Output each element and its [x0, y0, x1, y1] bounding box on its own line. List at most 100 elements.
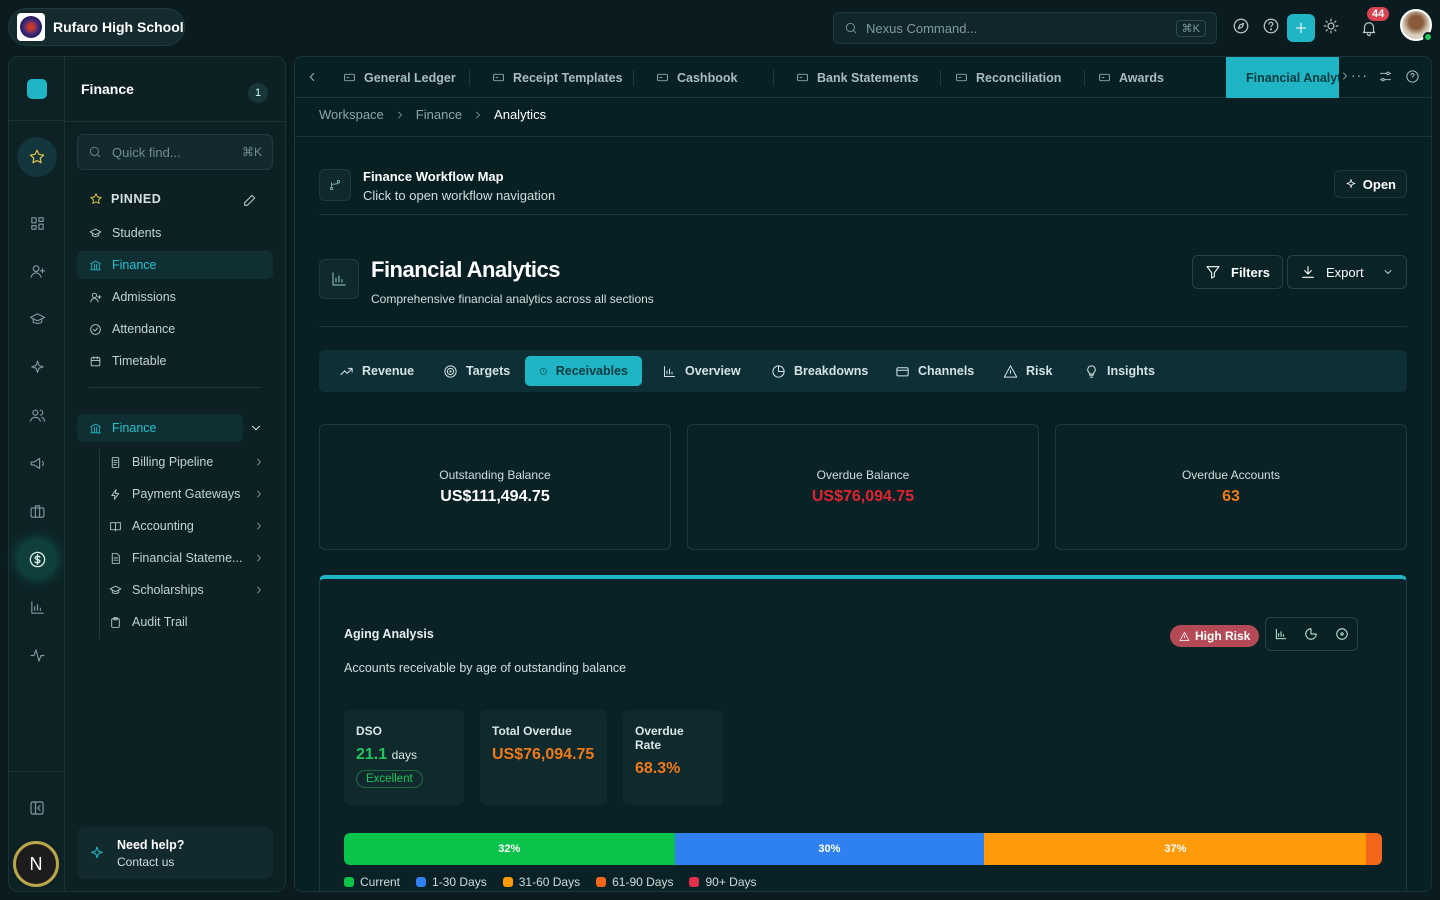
bar-segment-31-60-days[interactable]: 37%	[984, 833, 1367, 865]
account-avatar[interactable]: N	[13, 841, 59, 887]
sparkle-icon[interactable]	[17, 347, 57, 387]
online-status	[1423, 32, 1433, 42]
sub-item-label: Billing Pipeline	[132, 455, 214, 469]
kpi-overdue-accounts: Overdue Accounts 63	[1055, 424, 1407, 550]
users-icon[interactable]	[17, 395, 57, 435]
sub-item-payment-gateways[interactable]: Payment Gateways	[105, 480, 265, 508]
star-icon[interactable]	[17, 137, 57, 177]
command-search[interactable]: Nexus Command... ⌘K	[833, 12, 1217, 44]
pinned-item-admissions[interactable]: Admissions	[77, 283, 273, 311]
tab-bank-statements[interactable]: Bank Statements	[796, 57, 918, 98]
subtab-risk[interactable]: Risk	[989, 356, 1066, 386]
help-icon[interactable]	[1259, 14, 1283, 38]
school-name: Rufaro High School	[53, 19, 184, 35]
sub-item-label: Audit Trail	[132, 615, 188, 629]
legend-item: 31-60 Days	[502, 875, 580, 889]
risk-badge: High Risk	[1170, 625, 1260, 647]
sub-item-scholarships[interactable]: Scholarships	[105, 576, 265, 604]
tab-label: Reconciliation	[976, 70, 1062, 85]
graduation-icon	[109, 585, 122, 594]
dso-unit: days	[391, 748, 417, 762]
pinned-item-finance[interactable]: Finance	[77, 251, 273, 279]
pinned-item-label: Students	[112, 226, 162, 240]
theme-toggle-icon[interactable]	[1319, 14, 1343, 38]
overdue-rate-metric: Overdue Rate 68.3%	[623, 710, 723, 805]
bar-chart-icon[interactable]	[1274, 627, 1288, 641]
dashboard-icon[interactable]	[17, 203, 57, 243]
warning-icon	[1179, 631, 1190, 641]
tab-reconciliation[interactable]: Reconciliation	[955, 57, 1061, 98]
chevron-down-icon[interactable]	[249, 421, 263, 435]
pinned-header: PINNED	[89, 192, 161, 206]
help-card[interactable]: Need help? Contact us	[77, 827, 273, 879]
activity-icon[interactable]	[17, 635, 57, 675]
kpi-label: Outstanding Balance	[439, 468, 551, 482]
more-icon[interactable]: ···	[1351, 67, 1368, 83]
receipt-icon	[111, 456, 120, 468]
subtab-receivables[interactable]: Receivables	[525, 356, 642, 386]
app-logo	[27, 79, 47, 99]
sub-item-audit-trail[interactable]: Audit Trail	[105, 608, 265, 636]
subtab-breakdowns[interactable]: Breakdowns	[757, 356, 882, 386]
megaphone-icon[interactable]	[17, 443, 57, 483]
school-logo	[17, 13, 45, 41]
pie-chart-icon[interactable]	[1304, 627, 1318, 641]
user-add-icon	[90, 292, 102, 302]
collapse-sidebar-icon[interactable]	[17, 788, 57, 828]
export-button[interactable]: Export	[1287, 255, 1407, 289]
subtab-overview[interactable]: Overview	[648, 356, 755, 386]
subtab-revenue[interactable]: Revenue	[325, 356, 428, 386]
subtab-channels[interactable]: Channels	[881, 356, 988, 386]
bar-chart-icon[interactable]	[17, 587, 57, 627]
open-workflow-button[interactable]: Open	[1333, 170, 1407, 198]
tab-cashbook[interactable]: Cashbook	[656, 57, 737, 98]
credit-card-icon	[896, 366, 909, 376]
edit-icon[interactable]	[242, 192, 258, 208]
briefcase-icon[interactable]	[17, 491, 57, 531]
legend-item: 1-30 Days	[416, 875, 487, 889]
tab-receipt-templates[interactable]: Receipt Templates	[492, 57, 623, 98]
star-icon	[90, 193, 102, 204]
check-circle-icon	[90, 323, 101, 335]
calendar-icon	[90, 355, 101, 366]
school-switcher[interactable]: Rufaro High School	[8, 8, 185, 46]
chart-type-toggle	[1265, 617, 1358, 651]
tab-awards[interactable]: Awards	[1098, 57, 1164, 98]
tab-financial-analytics[interactable]: Financial Analyt	[1226, 57, 1339, 98]
kpi-value: 63	[1222, 488, 1240, 505]
settings-sliders-icon[interactable]	[1378, 69, 1393, 84]
lightning-icon	[111, 488, 120, 500]
tab-general-ledger[interactable]: General Ledger	[343, 57, 456, 98]
quick-find-input[interactable]: Quick find... ⌘K	[77, 134, 273, 170]
bar-segment-current[interactable]: 32%	[344, 833, 675, 865]
pinned-item-timetable[interactable]: Timetable	[77, 347, 273, 375]
subtab-insights[interactable]: Insights	[1070, 356, 1169, 386]
breadcrumb-finance[interactable]: Finance	[416, 107, 462, 122]
chevron-right-icon[interactable]	[1339, 70, 1351, 82]
breadcrumb-workspace[interactable]: Workspace	[319, 107, 384, 122]
lightbulb-icon	[1087, 364, 1096, 378]
user-avatar[interactable]	[1400, 9, 1433, 42]
dollar-icon[interactable]	[17, 539, 57, 579]
overdue-rate-label: Overdue Rate	[635, 724, 684, 752]
finance-group[interactable]: Finance	[77, 414, 243, 442]
graduation-icon[interactable]	[17, 299, 57, 339]
sub-item-billing-pipeline[interactable]: Billing Pipeline	[105, 448, 265, 476]
user-add-icon[interactable]	[17, 251, 57, 291]
kpi-overdue-balance: Overdue Balance US$76,094.75	[687, 424, 1039, 550]
subtab-targets[interactable]: Targets	[429, 356, 524, 386]
add-button[interactable]	[1287, 14, 1315, 42]
sub-item-financial-statements[interactable]: Financial Stateme...	[105, 544, 265, 572]
chevron-left-icon[interactable]	[305, 70, 319, 84]
pinned-item-attendance[interactable]: Attendance	[77, 315, 273, 343]
sub-item-accounting[interactable]: Accounting	[105, 512, 265, 540]
target-icon[interactable]	[1335, 627, 1349, 641]
pinned-item-students[interactable]: Students	[77, 219, 273, 247]
compass-icon[interactable]	[1229, 14, 1253, 38]
filters-button[interactable]: Filters	[1192, 255, 1284, 289]
bar-segment-1-30-days[interactable]: 30%	[674, 833, 985, 865]
bar-segment-61-90-days[interactable]	[1366, 833, 1382, 865]
workflow-map-banner[interactable]: Finance Workflow Map Click to open workf…	[319, 165, 1407, 215]
icon-rail: N	[8, 56, 64, 892]
help-icon[interactable]	[1405, 69, 1420, 84]
